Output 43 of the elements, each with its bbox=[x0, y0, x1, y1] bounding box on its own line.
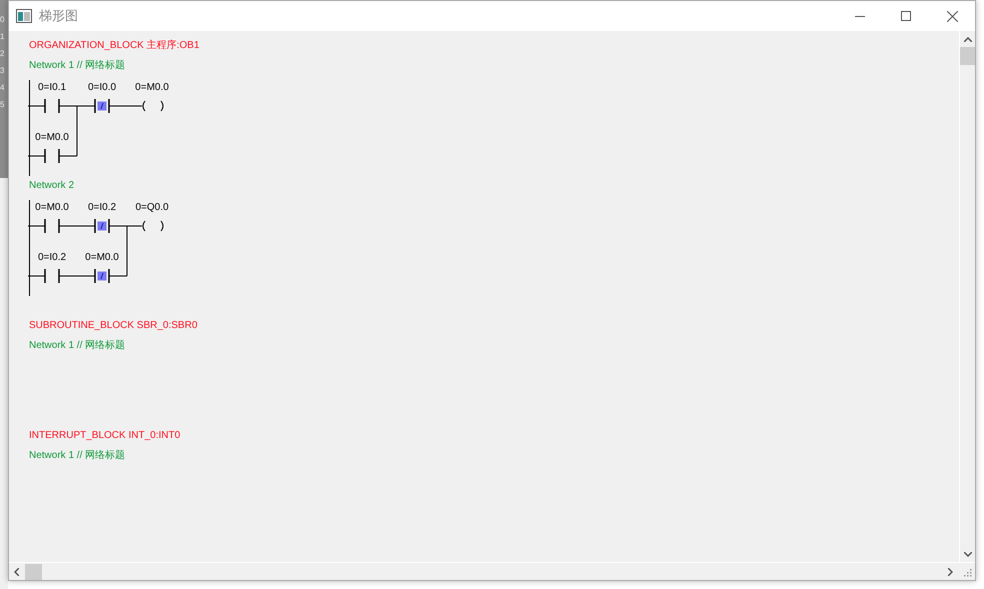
normally-open-contact bbox=[28, 99, 78, 113]
address-label: 0=M0.0 bbox=[35, 132, 69, 143]
normally-closed-contact bbox=[76, 99, 128, 113]
address-label: 0=M0.0 bbox=[85, 252, 119, 263]
block-title: ORGANIZATION_BLOCK 主程序:OB1 bbox=[29, 38, 200, 53]
normally-closed-contact bbox=[76, 219, 128, 233]
scroll-right-icon bbox=[948, 568, 953, 576]
vertical-scrollbar[interactable] bbox=[959, 31, 975, 562]
address-label: 0=I0.2 bbox=[38, 252, 66, 263]
window-app-icon bbox=[16, 9, 32, 23]
scroll-up-icon bbox=[964, 37, 972, 42]
row-number: 4 bbox=[0, 82, 6, 94]
scroll-down-icon bbox=[964, 552, 972, 557]
scroll-thumb[interactable] bbox=[960, 47, 975, 65]
address-label: 0=M0.0 bbox=[135, 82, 169, 93]
network-title: Network 1 // 网络标题 bbox=[29, 338, 126, 353]
row-number: 1 bbox=[0, 31, 6, 43]
network-title: Network 1 // 网络标题 bbox=[29, 448, 126, 463]
window-title: 梯形图 bbox=[39, 7, 78, 26]
close-icon bbox=[946, 10, 958, 22]
maximize-icon bbox=[901, 11, 911, 21]
coil-symbol bbox=[126, 220, 164, 232]
normally-open-contact bbox=[28, 219, 78, 233]
block-title: SUBROUTINE_BLOCK SBR_0:SBR0 bbox=[29, 319, 198, 333]
resize-grip-icon bbox=[962, 566, 972, 576]
network-title: Network 2 bbox=[29, 179, 76, 193]
block-title: INTERRUPT_BLOCK INT_0:INT0 bbox=[29, 429, 182, 443]
address-label: 0=I0.0 bbox=[88, 82, 116, 93]
network-title: Network 1 // 网络标题 bbox=[29, 58, 126, 73]
normally-closed-contact bbox=[76, 269, 128, 283]
row-number: 0 bbox=[0, 14, 6, 26]
row-number: 3 bbox=[0, 65, 6, 77]
row-number: 5 bbox=[0, 99, 6, 111]
address-label: 0=M0.0 bbox=[35, 202, 69, 213]
scroll-left-icon bbox=[14, 568, 19, 576]
normally-open-contact bbox=[28, 269, 78, 283]
address-label: 0=I0.2 bbox=[88, 202, 116, 213]
normally-open-contact bbox=[28, 149, 78, 163]
row-number: 2 bbox=[0, 48, 6, 60]
scroll-thumb[interactable] bbox=[25, 564, 42, 580]
address-label: 0=I0.1 bbox=[38, 82, 66, 93]
address-label: 0=Q0.0 bbox=[135, 202, 169, 213]
coil-symbol bbox=[126, 100, 164, 112]
